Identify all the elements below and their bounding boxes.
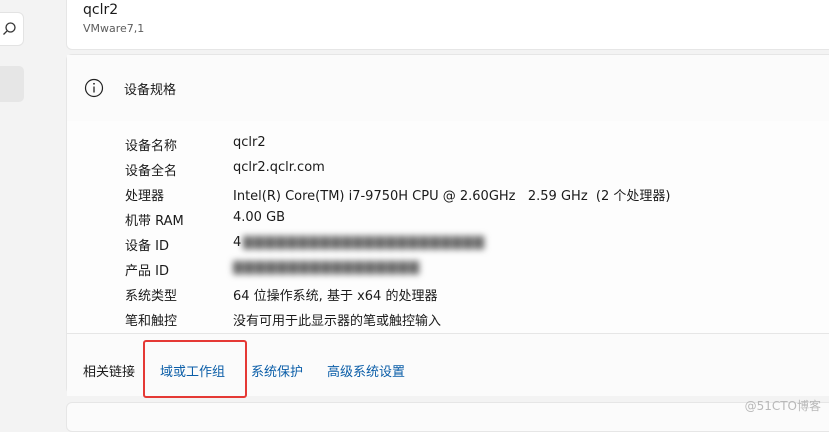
spec-value: 没有可用于此显示器的笔或触控输入 <box>233 314 442 329</box>
device-specs-card: 设备规格 设备名称 qclr2 设备全名 qclr2.qclr.com 处理器 … <box>66 54 829 396</box>
device-card: qclr2 VMware7,1 <box>66 0 829 50</box>
device-specs-title: 设备规格 <box>124 83 177 98</box>
device-name: qclr2 <box>83 2 119 18</box>
spec-row-ram: 机带 RAM 4.00 GB <box>67 206 829 230</box>
watermark: @51CTO博客 <box>744 399 821 413</box>
spec-label: 机带 RAM <box>125 214 184 229</box>
spec-label: 处理器 <box>125 189 165 204</box>
spec-label: 设备名称 <box>125 139 178 154</box>
spec-list: 设备名称 qclr2 设备全名 qclr2.qclr.com 处理器 Intel… <box>67 121 829 333</box>
advanced-system-settings-link[interactable]: 高级系统设置 <box>327 361 405 380</box>
spec-row-device-id: 设备 ID 4 ▇▇▇▇▇▇▇▇▇▇▇▇▇▇▇▇▇▇▇▇▇▇ <box>67 231 829 255</box>
spec-row-processor: 处理器 Intel(R) Core(TM) i7-9750H CPU @ 2.6… <box>67 181 829 205</box>
related-links-bar: 相关链接 域或工作组 系统保护 高级系统设置 <box>67 333 829 396</box>
search-icon <box>3 22 16 35</box>
domain-workgroup-link[interactable]: 域或工作组 <box>160 361 225 380</box>
spec-value: 4 <box>233 235 242 250</box>
spec-row-system-type: 系统类型 64 位操作系统, 基于 x64 的处理器 <box>67 281 829 305</box>
spec-label: 系统类型 <box>125 289 178 304</box>
spec-row-full-name: 设备全名 qclr2.qclr.com <box>67 156 829 180</box>
spec-label: 产品 ID <box>125 264 169 279</box>
info-icon <box>84 78 104 98</box>
next-card <box>66 402 829 432</box>
spec-row-pen-touch: 笔和触控 没有可用于此显示器的笔或触控输入 <box>67 306 829 330</box>
spec-value: Intel(R) Core(TM) i7-9750H CPU @ 2.60GHz… <box>233 189 671 204</box>
system-protection-link[interactable]: 系统保护 <box>251 361 303 380</box>
search-box[interactable] <box>0 12 24 46</box>
spec-label: 设备全名 <box>125 164 178 179</box>
device-model: VMware7,1 <box>83 22 145 35</box>
spec-value: qclr2.qclr.com <box>233 160 325 175</box>
spec-value: 64 位操作系统, 基于 x64 的处理器 <box>233 289 438 304</box>
spec-value: 4.00 GB <box>233 210 286 225</box>
spec-row-device-name: 设备名称 qclr2 <box>67 131 829 155</box>
related-links-label: 相关链接 <box>83 365 136 380</box>
spec-label: 笔和触控 <box>125 314 178 329</box>
spec-value: qclr2 <box>233 135 266 150</box>
spec-label: 设备 ID <box>125 239 169 254</box>
device-specs-header[interactable]: 设备规格 <box>67 55 829 122</box>
redacted-value: ▇▇▇▇▇▇▇▇▇▇▇▇▇▇▇▇▇▇▇▇▇▇ <box>243 235 485 250</box>
sidebar-selected-item[interactable] <box>0 66 24 102</box>
redacted-value: ▇▇▇▇▇▇▇▇▇▇▇▇▇▇▇▇▇ <box>233 260 420 275</box>
spec-row-product-id: 产品 ID ▇▇▇▇▇▇▇▇▇▇▇▇▇▇▇▇▇ <box>67 256 829 280</box>
